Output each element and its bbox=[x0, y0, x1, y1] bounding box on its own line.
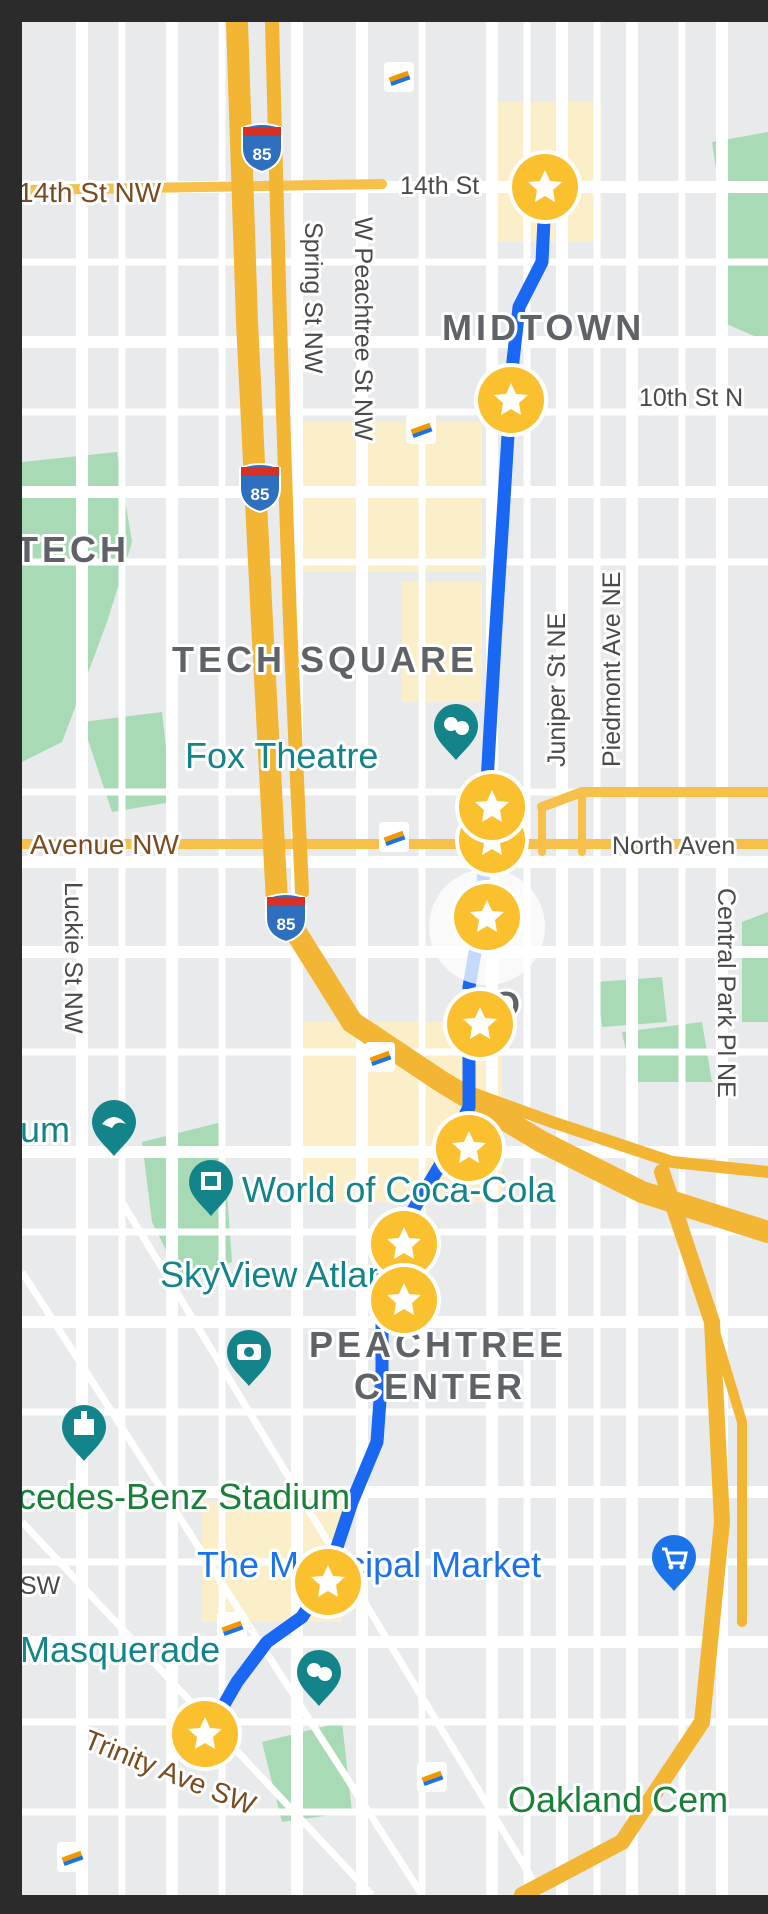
map-canvas[interactable]: 85 85 85 MIDTOWN TECH SQUARE TECH NO PEA… bbox=[22, 22, 768, 1895]
street-central-park: Central Park Pl NE bbox=[712, 888, 740, 1098]
park-south bbox=[262, 1722, 352, 1822]
poi-coca-cola[interactable]: World of Coca-Cola bbox=[239, 1166, 559, 1213]
star-marker-icon[interactable] bbox=[450, 880, 524, 954]
street-grid-minor bbox=[22, 22, 768, 1895]
poi-masquerade[interactable]: Masquerade bbox=[22, 1626, 223, 1673]
shield-number: 85 bbox=[251, 485, 270, 504]
theater-masks-icon[interactable] bbox=[297, 1650, 341, 1706]
camera-icon[interactable] bbox=[227, 1330, 271, 1386]
star-marker-icon[interactable] bbox=[168, 1697, 242, 1771]
poi-mercedes-benz[interactable]: cedes-Benz Stadium bbox=[22, 1473, 353, 1520]
street-juniper: Juniper St NE bbox=[543, 613, 571, 767]
street-north-ave-nw: Avenue NW bbox=[30, 829, 179, 860]
star-marker-icon[interactable] bbox=[367, 1263, 441, 1337]
district-midtown: MIDTOWN bbox=[442, 307, 645, 348]
star-marker-icon[interactable] bbox=[455, 770, 529, 844]
shield-number: 85 bbox=[253, 145, 272, 164]
transit-icon bbox=[417, 1762, 447, 1792]
district-peachtree-center-2: CENTER bbox=[354, 1366, 526, 1407]
interstate-shield-icon: 85 bbox=[239, 463, 281, 514]
shield-number: 85 bbox=[277, 915, 296, 934]
street-piedmont: Piedmont Ave NE bbox=[598, 572, 626, 767]
street-14th-nw: 14th St NW bbox=[22, 177, 162, 208]
district-tech: TECH bbox=[22, 529, 130, 570]
transit-icon bbox=[217, 1612, 247, 1642]
castle-icon[interactable] bbox=[62, 1405, 106, 1461]
street-north-ave: North Aven bbox=[612, 832, 735, 860]
interstate-shield-icon: 85 bbox=[265, 893, 307, 944]
street-10th: 10th St N bbox=[639, 384, 743, 412]
street-sw: SW bbox=[22, 1572, 61, 1600]
transit-icon bbox=[365, 1042, 395, 1072]
star-marker-icon[interactable] bbox=[432, 1111, 506, 1185]
interstate-shield-icon: 85 bbox=[241, 123, 283, 174]
park-tech-2 bbox=[82, 712, 172, 812]
district-tech-square: TECH SQUARE bbox=[172, 639, 478, 680]
transit-icon bbox=[384, 62, 414, 92]
theater-masks-icon[interactable] bbox=[434, 704, 478, 760]
transit-icon bbox=[379, 822, 409, 852]
poi-municipal-market[interactable]: The Municipal Market bbox=[194, 1541, 544, 1588]
star-marker-icon[interactable] bbox=[474, 363, 548, 437]
district-peachtree-center-1: PEACHTREE bbox=[309, 1324, 567, 1365]
star-marker-icon[interactable] bbox=[443, 987, 517, 1061]
street-spring: Spring St NW bbox=[299, 222, 327, 374]
star-marker-icon[interactable] bbox=[291, 1545, 365, 1619]
street-grid bbox=[22, 22, 768, 1895]
street-luckie: Luckie St NW bbox=[59, 882, 87, 1034]
poi-aquarium[interactable]: um bbox=[22, 1106, 73, 1153]
street-14th: 14th St bbox=[400, 172, 479, 200]
map-svg: 85 85 85 MIDTOWN TECH SQUARE TECH NO PEA… bbox=[22, 22, 768, 1895]
poi-oakland-cemetery[interactable]: Oakland Cem bbox=[505, 1776, 731, 1823]
poi-fox-theatre[interactable]: Fox Theatre bbox=[182, 732, 381, 779]
park-edge bbox=[742, 912, 768, 1022]
transit-icon bbox=[406, 414, 436, 444]
shopping-cart-icon[interactable] bbox=[652, 1535, 696, 1591]
transit-icon bbox=[57, 1842, 87, 1872]
street-w-peachtree: W Peachtree St NW bbox=[349, 217, 377, 441]
star-marker-icon[interactable] bbox=[508, 150, 582, 224]
